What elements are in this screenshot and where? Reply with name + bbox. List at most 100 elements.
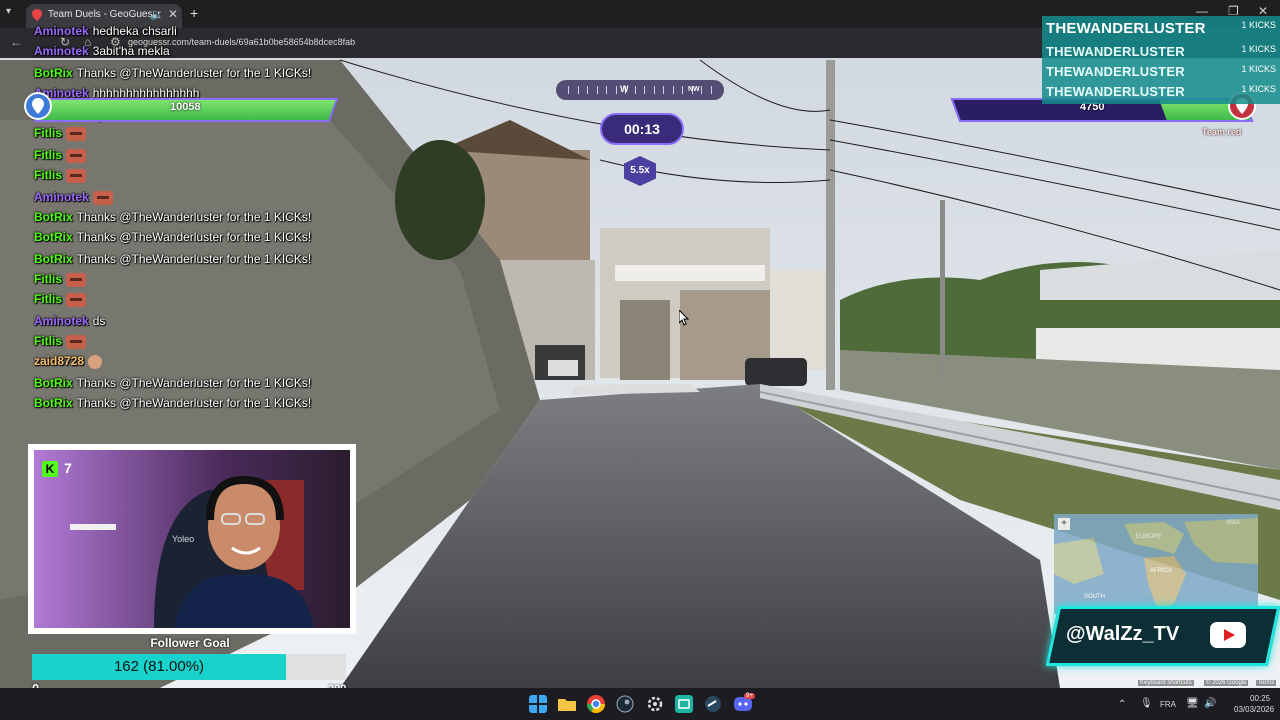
- new-tab-button[interactable]: +: [190, 5, 198, 21]
- chat-username[interactable]: BotRix: [34, 66, 73, 80]
- youtube-icon: [1210, 622, 1246, 648]
- kick-logo-icon: K: [42, 461, 58, 477]
- terms-link[interactable]: Terms: [1256, 680, 1277, 686]
- chat-username[interactable]: Fitlis: [34, 292, 62, 306]
- clock-date[interactable]: 03/03/2026: [1234, 705, 1274, 714]
- chat-username[interactable]: Aminotek: [34, 190, 89, 204]
- right-team-label: Team red: [1202, 127, 1242, 137]
- chat-username[interactable]: zaid8728: [34, 354, 84, 368]
- microphone-icon[interactable]: 🎙: [1140, 698, 1153, 709]
- blue-team-pin-icon: [24, 92, 52, 120]
- geoguessr-pin-icon: [32, 9, 42, 21]
- chat-username[interactable]: Aminotek: [34, 24, 89, 38]
- chat-username[interactable]: Aminotek: [34, 314, 89, 328]
- compass-tick: [634, 86, 636, 94]
- kicks-row: THEWANDERLUSTER 1 KICKS: [1046, 18, 1276, 38]
- speaker-icon[interactable]: 🔈: [150, 8, 164, 21]
- back-arrow-icon[interactable]: ←: [10, 35, 22, 49]
- clock-time[interactable]: 00:25: [1250, 694, 1270, 703]
- compass-tick: [596, 86, 598, 94]
- settings-gear-icon[interactable]: [646, 695, 664, 713]
- language-indicator[interactable]: FRA: [1160, 700, 1176, 709]
- tab-search-icon[interactable]: ▾: [6, 6, 11, 17]
- emote-icon: [66, 126, 87, 141]
- map-label-south: SOUTH: [1084, 594, 1105, 600]
- compass-tick: [587, 86, 588, 94]
- follower-goal-progress: 162 (81.00%): [113, 658, 205, 675]
- map-label-asia: ASIA: [1226, 520, 1240, 526]
- kicks-row: THEWANDERLUSTER 1 KICKS: [1046, 62, 1276, 82]
- compass-tick: [568, 86, 569, 94]
- chat-text: Thanks @TheWanderluster for the 1 KICKs!: [76, 252, 312, 266]
- chat-message: Fitlis: [34, 332, 87, 352]
- windows-start-icon[interactable]: [529, 695, 547, 713]
- kicks-amount: 1 KICKS: [1241, 44, 1276, 54]
- chat-username[interactable]: BotRix: [34, 210, 73, 224]
- chat-message: BotRix Thanks @TheWanderluster for the 1 …: [34, 250, 311, 270]
- compass-tick: [606, 86, 607, 94]
- webcam-frame: Yoleo K7: [28, 444, 356, 634]
- compass-bar: W NW: [556, 80, 724, 100]
- copyright-text: © 2026 Google: [1204, 680, 1249, 686]
- emote-icon: [92, 190, 113, 205]
- chat-username[interactable]: Aminotek: [34, 44, 89, 58]
- chat-message: BotRix Thanks @TheWanderluster for the 1 …: [34, 208, 311, 228]
- chat-message: Fitlis: [34, 270, 87, 290]
- compass-tick: [577, 86, 579, 94]
- chat-username[interactable]: Fitlis: [34, 334, 62, 348]
- chat-username[interactable]: BotRix: [34, 376, 73, 390]
- tab-close-icon[interactable]: ✕: [168, 7, 178, 21]
- emote-icon: [66, 334, 87, 349]
- chat-text: Thanks @TheWanderluster for the 1 KICKs!: [76, 210, 312, 224]
- left-team-hp: 10058: [170, 101, 201, 113]
- mouse-cursor-icon: [679, 310, 689, 326]
- chat-username[interactable]: BotRix: [34, 252, 73, 266]
- chat-username[interactable]: BotRix: [34, 396, 73, 410]
- chat-message: Aminotek 3abit'ha mekla: [34, 42, 170, 62]
- steam-secondary-icon[interactable]: [704, 695, 722, 713]
- chat-message: Fitlis: [34, 146, 87, 166]
- kicks-row: THEWANDERLUSTER 1 KICKS: [1046, 42, 1276, 62]
- chat-username[interactable]: Fitlis: [34, 148, 62, 162]
- chat-text: Thanks @TheWanderluster for the 1 KICKs!: [76, 376, 312, 390]
- chat-username[interactable]: Fitlis: [34, 168, 62, 182]
- chair-brand-text: Yoleo: [172, 534, 195, 544]
- keyboard-shortcuts-link[interactable]: Keyboard shortcuts: [1138, 680, 1194, 686]
- chat-text: ds: [92, 314, 106, 328]
- volume-icon[interactable]: 🔊: [1204, 698, 1216, 709]
- emote-icon: [66, 148, 87, 163]
- chat-message: BotRix Thanks @TheWanderluster for the 1 …: [34, 394, 311, 414]
- kicks-amount: 1 KICKS: [1241, 20, 1276, 30]
- social-handle: @WalZz_TV: [1066, 623, 1180, 645]
- compass-west-label: W: [620, 84, 629, 94]
- tab-title: Team Duels - GeoGuessr: [48, 9, 161, 20]
- chat-username[interactable]: Fitlis: [34, 126, 62, 140]
- chat-username[interactable]: Fitlis: [34, 272, 62, 286]
- file-explorer-icon[interactable]: [558, 695, 576, 713]
- streaming-app-icon[interactable]: [675, 695, 693, 713]
- steam-icon[interactable]: [616, 695, 634, 713]
- chat-message: Aminotek: [34, 188, 113, 208]
- chat-text: 3abit'ha mekla: [92, 44, 170, 58]
- chrome-icon[interactable]: [587, 695, 605, 713]
- chat-text: Thanks @TheWanderluster for the 1 KICKs!: [76, 396, 312, 410]
- discord-badge: 9+: [744, 693, 755, 699]
- guess-minimap[interactable]: EUROPE AFRICA ASIA SOUTH +: [1054, 514, 1258, 614]
- compass-tick: [615, 86, 617, 94]
- round-timer: 00:13: [600, 113, 684, 145]
- viewer-count-badge: K7: [42, 460, 72, 477]
- compass-northwest-label: NW: [688, 86, 700, 93]
- compass-tick: [710, 86, 712, 94]
- show-hidden-icons-icon[interactable]: ⌃: [1118, 699, 1126, 710]
- zoom-in-button[interactable]: +: [1058, 518, 1070, 530]
- compass-tick: [653, 86, 655, 94]
- chat-message: Fitlis: [34, 290, 87, 310]
- compass-tick: [701, 86, 702, 94]
- chat-message: BotRix Thanks @TheWanderluster for the 1 …: [34, 64, 311, 84]
- kicks-username: THEWANDERLUSTER: [1046, 84, 1185, 99]
- chat-message: Aminotek hedheka chsarli: [34, 22, 177, 42]
- chat-username[interactable]: BotRix: [34, 230, 73, 244]
- chat-message: Fitlis: [34, 166, 87, 186]
- emote-icon: [88, 354, 103, 369]
- network-icon[interactable]: 🖥: [1186, 698, 1199, 709]
